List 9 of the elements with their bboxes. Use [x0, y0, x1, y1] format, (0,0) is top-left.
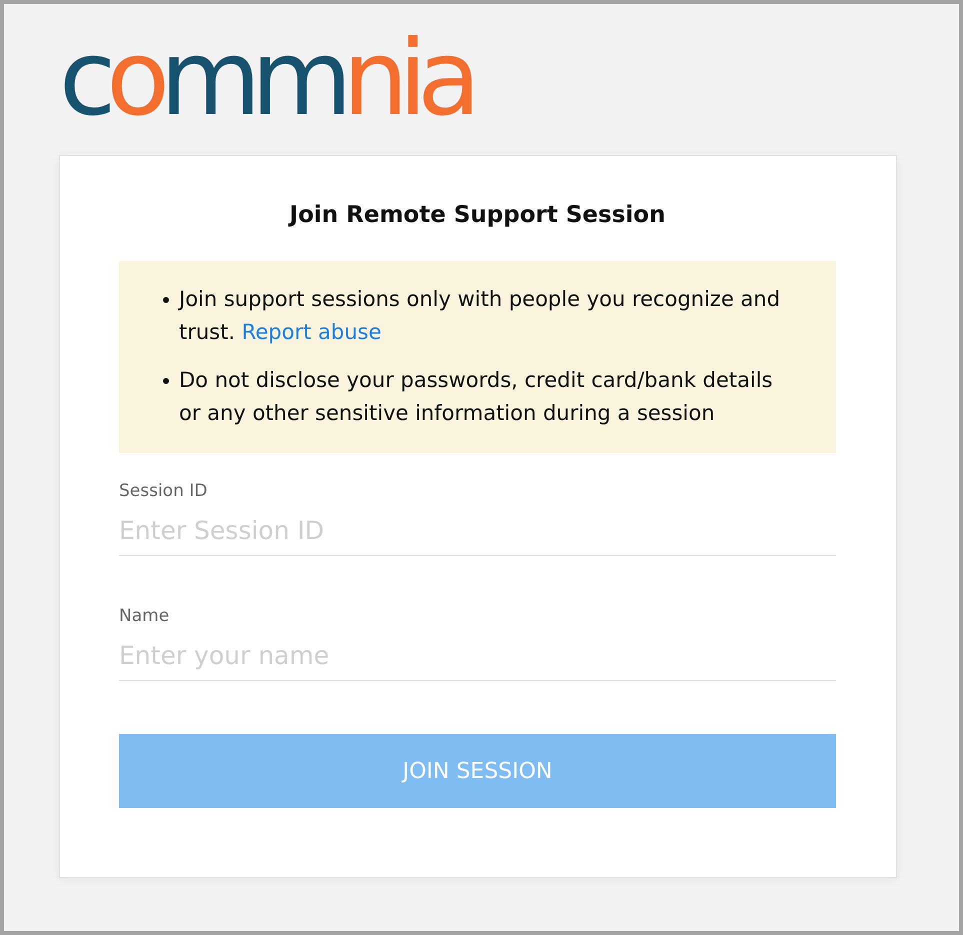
notice-text: Join support sessions only with people you recognize and trust. Report abuse	[179, 286, 782, 346]
report-abuse-link[interactable]: Report abuse	[242, 320, 382, 344]
bullet-icon	[163, 378, 169, 384]
card-title: Join Remote Support Session	[287, 201, 666, 230]
field-label: Session ID	[119, 480, 208, 502]
notice-text: Do not disclose your passwords, credit card/bank details or any other sensitive information during a session	[179, 367, 774, 427]
logo-wordmark: commnia	[59, 18, 471, 138]
field-label: Name	[119, 605, 170, 627]
bullet-icon	[163, 297, 169, 303]
